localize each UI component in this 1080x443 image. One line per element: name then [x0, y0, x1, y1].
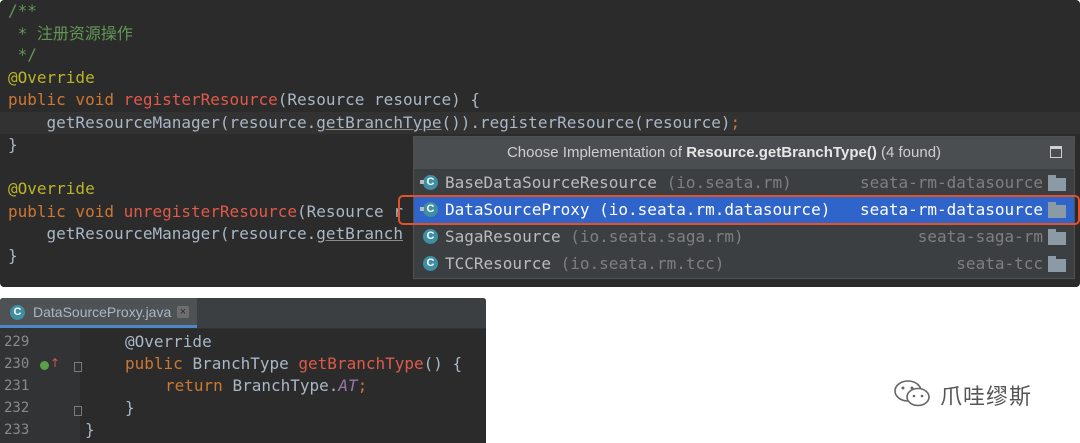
module-name: seata-tcc: [956, 254, 1043, 273]
selection-highlight-frame: [398, 195, 1080, 225]
code-closing-brace: }: [125, 398, 135, 417]
popup-title-prefix: Choose Implementation of: [506, 144, 687, 161]
fold-marker-icon[interactable]: [74, 362, 82, 372]
implementation-label: TCCResource (io.seata.rm.tcc): [445, 251, 724, 277]
code-closing-brace-class: }: [85, 420, 95, 439]
override-marker-icon[interactable]: [40, 361, 49, 370]
enum-type: BranchType.: [232, 376, 339, 395]
code-comment-close: */: [8, 45, 37, 64]
code-line-getBranchType: public BranchType getBranchType() {: [125, 353, 462, 375]
code-line-return: return BranchType.AT;: [165, 375, 367, 397]
line-number: 231: [4, 378, 30, 394]
method-name-unregisterResource: unregisterResource: [123, 202, 297, 221]
code-line-register-signature: public void registerResource(Resource re…: [8, 89, 480, 111]
popup-title: Choose Implementation of Resource.getBra…: [414, 144, 1034, 161]
override-annotation: @Override: [8, 68, 95, 87]
implementation-item[interactable]: C BaseDataSourceResource (io.seata.rm) s…: [414, 170, 1074, 196]
popup-header: Choose Implementation of Resource.getBra…: [414, 137, 1074, 169]
module-folder-icon: [1048, 175, 1066, 191]
code-closing-brace-2: }: [8, 246, 18, 265]
bottom-code-editor[interactable]: C DataSourceProxy.java × 229 230 231 232…: [0, 298, 486, 443]
code-call-suffix: ()).registerResource(resource): [441, 113, 731, 132]
code-semicolon: ;: [357, 376, 368, 395]
line-number: 230: [4, 356, 30, 372]
top-code-editor[interactable]: /** * 注册资源操作 */ @Override public void re…: [0, 0, 1080, 287]
class-icon: C: [423, 229, 438, 244]
package-name: (io.seata.saga.rm): [570, 227, 744, 246]
package-name: (io.seata.rm): [666, 173, 792, 192]
code-semicolon: ;: [730, 113, 741, 132]
keyword-public: public: [125, 354, 193, 373]
line-number: 229: [4, 334, 30, 350]
implementation-item[interactable]: C TCCResource (io.seata.rm.tcc) seata-tc…: [414, 251, 1074, 277]
method-params: () {: [423, 354, 463, 373]
override-annotation-bottom: @Override: [125, 332, 212, 351]
code-call-getBranchType[interactable]: getBranchType: [316, 113, 441, 132]
module-name: seata-rm-datasource: [859, 173, 1043, 192]
class-icon: C: [423, 256, 438, 271]
tab-datasourceproxy-java[interactable]: C DataSourceProxy.java ×: [0, 298, 197, 328]
code-comment-text: * 注册资源操作: [8, 24, 133, 43]
module-folder-icon: [1048, 229, 1066, 245]
method-name-registerResource: registerResource: [123, 90, 278, 109]
code-line-unregister-body: getResourceManager(resource.getBranch: [8, 223, 403, 245]
pin-window-icon[interactable]: [1050, 146, 1062, 158]
package-name: (io.seata.rm.tcc): [560, 254, 725, 273]
fold-marker-icon[interactable]: [74, 406, 82, 416]
watermark-text: 爪哇缪斯: [940, 385, 1033, 410]
keyword-public-void-2: public void: [8, 202, 124, 221]
method-params-2: (Resource r: [296, 202, 403, 221]
method-name-getBranchType: getBranchType: [298, 354, 424, 373]
watermark: 爪哇缪斯: [893, 377, 1063, 411]
implementation-label: BaseDataSourceResource (io.seata.rm): [445, 170, 792, 196]
return-type: BranchType: [192, 354, 299, 373]
implementation-item[interactable]: C SagaResource (io.seata.saga.rm) seata-…: [414, 224, 1074, 250]
popup-title-count: (4 found): [876, 144, 942, 161]
line-number: 233: [4, 422, 30, 438]
line-number: 232: [4, 400, 30, 416]
popup-title-method: Resource.getBranchType(): [686, 144, 877, 161]
class-icon: C: [420, 175, 438, 190]
line-number-gutter: 229 230 231 232 233: [0, 329, 82, 443]
editor-tab-bar: C DataSourceProxy.java ×: [0, 298, 486, 329]
module-name: seata-saga-rm: [917, 227, 1043, 246]
tab-label: DataSourceProxy.java: [33, 304, 172, 320]
wechat-icon: [894, 380, 930, 407]
method-params: (Resource resource) {: [277, 90, 481, 109]
java-class-icon: C: [10, 305, 25, 320]
code-call-getBranch: getBranch: [316, 224, 403, 243]
module-folder-icon: [1048, 256, 1066, 272]
close-icon[interactable]: ×: [177, 306, 189, 318]
code-call-prefix: getResourceManager(resource.: [8, 113, 317, 132]
code-call-prefix-2: getResourceManager(resource.: [8, 224, 317, 243]
keyword-public-void: public void: [8, 90, 124, 109]
implementation-label: SagaResource (io.seata.saga.rm): [445, 224, 744, 250]
keyword-return: return: [165, 376, 233, 395]
enum-constant: AT: [338, 376, 358, 395]
go-to-super-icon[interactable]: ↑: [50, 356, 60, 370]
code-closing-brace: }: [8, 135, 18, 154]
class-name: BaseDataSourceResource: [445, 173, 657, 192]
override-annotation-2: @Override: [8, 179, 95, 198]
code-comment-open: /**: [8, 1, 37, 20]
class-name: SagaResource: [445, 227, 561, 246]
code-line-unregister-signature: public void unregisterResource(Resource …: [8, 201, 403, 223]
code-line-register-body: getResourceManager(resource.getBranchTyp…: [8, 112, 741, 134]
class-name: TCCResource: [445, 254, 551, 273]
